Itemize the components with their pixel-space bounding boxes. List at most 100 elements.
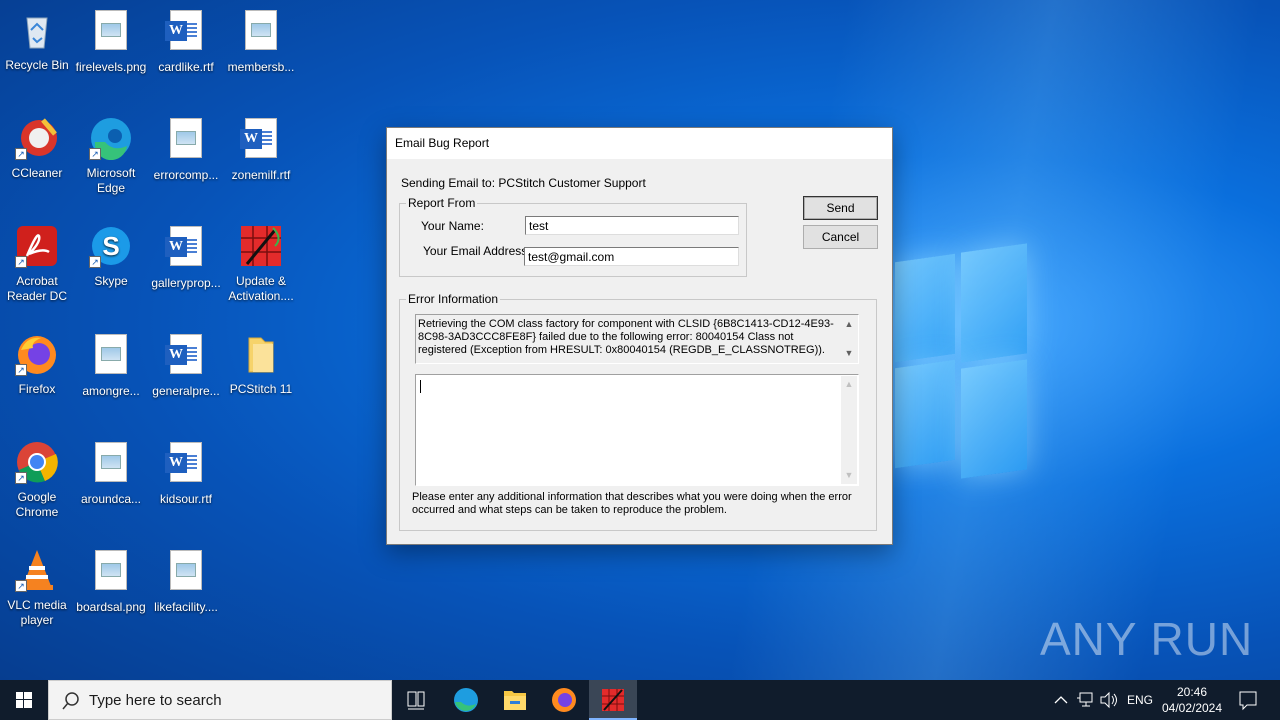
your-email-field[interactable]: test@gmail.com: [524, 247, 739, 266]
send-button[interactable]: Send: [803, 196, 878, 220]
icon-label: zonemilf.rtf: [231, 168, 291, 182]
shortcut-arrow-icon: ↗: [15, 148, 27, 160]
sending-email-label: Sending Email to: PCStitch Customer Supp…: [401, 176, 646, 190]
your-name-field[interactable]: test: [525, 216, 739, 235]
your-email-label: Your Email Address:: [423, 244, 531, 258]
desktop-icon-errorcomp[interactable]: errorcomp...: [149, 116, 223, 183]
additional-info-textarea[interactable]: ▲ ▼: [415, 374, 859, 486]
desktop-icon-galleryprop[interactable]: W galleryprop...: [149, 224, 223, 291]
shortcut-arrow-icon: ↗: [15, 256, 27, 268]
scroll-down-icon[interactable]: ▼: [841, 469, 857, 482]
search-icon: [62, 692, 79, 710]
desktop-icon-firelevels[interactable]: firelevels.png: [74, 8, 148, 75]
image-file-icon: [89, 550, 133, 594]
image-file-icon: [164, 118, 208, 162]
image-file-icon: [89, 10, 133, 54]
icon-label: galleryprop...: [151, 276, 221, 290]
icon-label: amongre...: [82, 384, 140, 398]
shortcut-arrow-icon: ↗: [89, 256, 101, 268]
shortcut-arrow-icon: ↗: [15, 364, 27, 376]
network-icon: [1077, 692, 1093, 707]
skype-icon: S ↗: [89, 224, 133, 268]
folder-icon: [504, 691, 526, 710]
desktop-icon-generalpre[interactable]: W generalpre...: [149, 332, 223, 399]
desktop-icon-chrome[interactable]: ↗ Google Chrome: [0, 440, 74, 520]
desktop-icon-vlc[interactable]: ↗ VLC media player: [0, 548, 74, 628]
error-information-legend: Error Information: [406, 292, 501, 306]
email-bug-report-dialog: Email Bug Report Sending Email to: PCSti…: [386, 127, 893, 545]
desktop-icon-update-activation[interactable]: Update & Activation....: [224, 224, 298, 304]
taskbar-edge[interactable]: [442, 680, 490, 720]
additional-info-scrollbar[interactable]: ▲ ▼: [841, 376, 857, 484]
shortcut-arrow-icon: ↗: [15, 472, 27, 484]
error-details-scrollbar[interactable]: ▲ ▼: [841, 316, 857, 362]
scroll-up-icon[interactable]: ▲: [841, 318, 857, 331]
desktop-icon-aroundca[interactable]: aroundca...: [74, 440, 148, 507]
taskbar-file-explorer[interactable]: [491, 680, 539, 720]
desktop-icon-boardsal[interactable]: boardsal.png: [74, 548, 148, 615]
notification-icon: [1239, 691, 1257, 711]
vlc-icon: ↗: [15, 548, 59, 592]
desktop-icon-amongre[interactable]: amongre...: [74, 332, 148, 399]
desktop-icon-firefox[interactable]: ↗ Firefox: [0, 332, 74, 397]
text-caret: [420, 380, 421, 393]
task-view-button[interactable]: [392, 680, 440, 720]
desktop-icon-kidsour[interactable]: W kidsour.rtf: [149, 440, 223, 507]
icon-label: boardsal.png: [76, 600, 146, 614]
desktop-icon-acrobat[interactable]: ↗ Acrobat Reader DC: [0, 224, 74, 304]
cancel-button[interactable]: Cancel: [803, 225, 878, 249]
icon-label: Microsoft Edge: [86, 166, 136, 195]
desktop-icon-skype[interactable]: S ↗ Skype: [74, 224, 148, 289]
clock[interactable]: 20:46 04/02/2024: [1160, 680, 1224, 720]
image-file-icon: [164, 550, 208, 594]
firefox-icon: [552, 688, 576, 712]
shortcut-arrow-icon: ↗: [89, 148, 101, 160]
icon-label: CCleaner: [11, 166, 63, 180]
desktop-icon-edge[interactable]: ↗ Microsoft Edge: [74, 116, 148, 196]
icon-label: Update & Activation....: [228, 274, 294, 303]
icon-label: Recycle Bin: [5, 58, 69, 72]
network-tray-button[interactable]: [1074, 680, 1096, 720]
action-center-button[interactable]: [1234, 680, 1262, 720]
icon-label: Skype: [94, 274, 128, 288]
taskbar-pcstitch[interactable]: [589, 680, 637, 720]
recycle-bin-icon: [15, 8, 59, 52]
desktop-icon-recycle-bin[interactable]: Recycle Bin: [0, 8, 74, 73]
edge-icon: [454, 688, 478, 712]
desktop-icon-ccleaner[interactable]: ↗ CCleaner: [0, 116, 74, 181]
icon-label: PCStitch 11: [229, 382, 293, 396]
taskbar-search-box[interactable]: Type here to search: [48, 680, 392, 720]
recipient-name: PCStitch Customer Support: [498, 176, 646, 190]
desktop-icon-membersb[interactable]: membersb...: [224, 8, 298, 75]
taskbar-firefox[interactable]: [540, 680, 588, 720]
icon-label: likefacility....: [154, 600, 218, 614]
icon-label: generalpre...: [152, 384, 220, 398]
desktop-icon-cardlike[interactable]: W cardlike.rtf: [149, 8, 223, 75]
desktop-icon-likefacility[interactable]: likefacility....: [149, 548, 223, 615]
start-button[interactable]: [0, 680, 48, 720]
show-hidden-icons-button[interactable]: [1052, 680, 1070, 720]
dialog-title: Email Bug Report: [387, 128, 892, 159]
ccleaner-icon: ↗: [15, 116, 59, 160]
desktop-icon-pcstitch-folder[interactable]: PCStitch 11: [224, 332, 298, 397]
input-language-indicator[interactable]: ENG: [1126, 680, 1154, 720]
scroll-down-icon[interactable]: ▼: [841, 347, 857, 360]
volume-tray-button[interactable]: [1098, 680, 1120, 720]
anyrun-watermark: ANY RUN: [1040, 613, 1254, 665]
additional-info-hint: Please enter any additional information …: [412, 491, 852, 516]
desktop-icon-zonemilf[interactable]: W zonemilf.rtf: [224, 116, 298, 183]
word-document-icon: W: [164, 10, 208, 54]
error-details-textarea[interactable]: Retrieving the COM class factory for com…: [415, 314, 859, 364]
image-file-icon: [239, 10, 283, 54]
image-file-icon: [89, 334, 133, 378]
shortcut-arrow-icon: ↗: [15, 580, 27, 592]
scroll-up-icon[interactable]: ▲: [841, 378, 857, 391]
pcstitch-app-icon: [602, 689, 624, 711]
firefox-icon: ↗: [15, 332, 59, 376]
clock-date: 04/02/2024: [1161, 701, 1223, 715]
acrobat-icon: ↗: [15, 224, 59, 268]
word-document-icon: W: [239, 118, 283, 162]
icon-label: kidsour.rtf: [159, 492, 213, 506]
taskbar: Type here to search ENG 20:46 04/02/2024: [0, 680, 1280, 720]
pcstitch-app-icon: [239, 224, 283, 268]
